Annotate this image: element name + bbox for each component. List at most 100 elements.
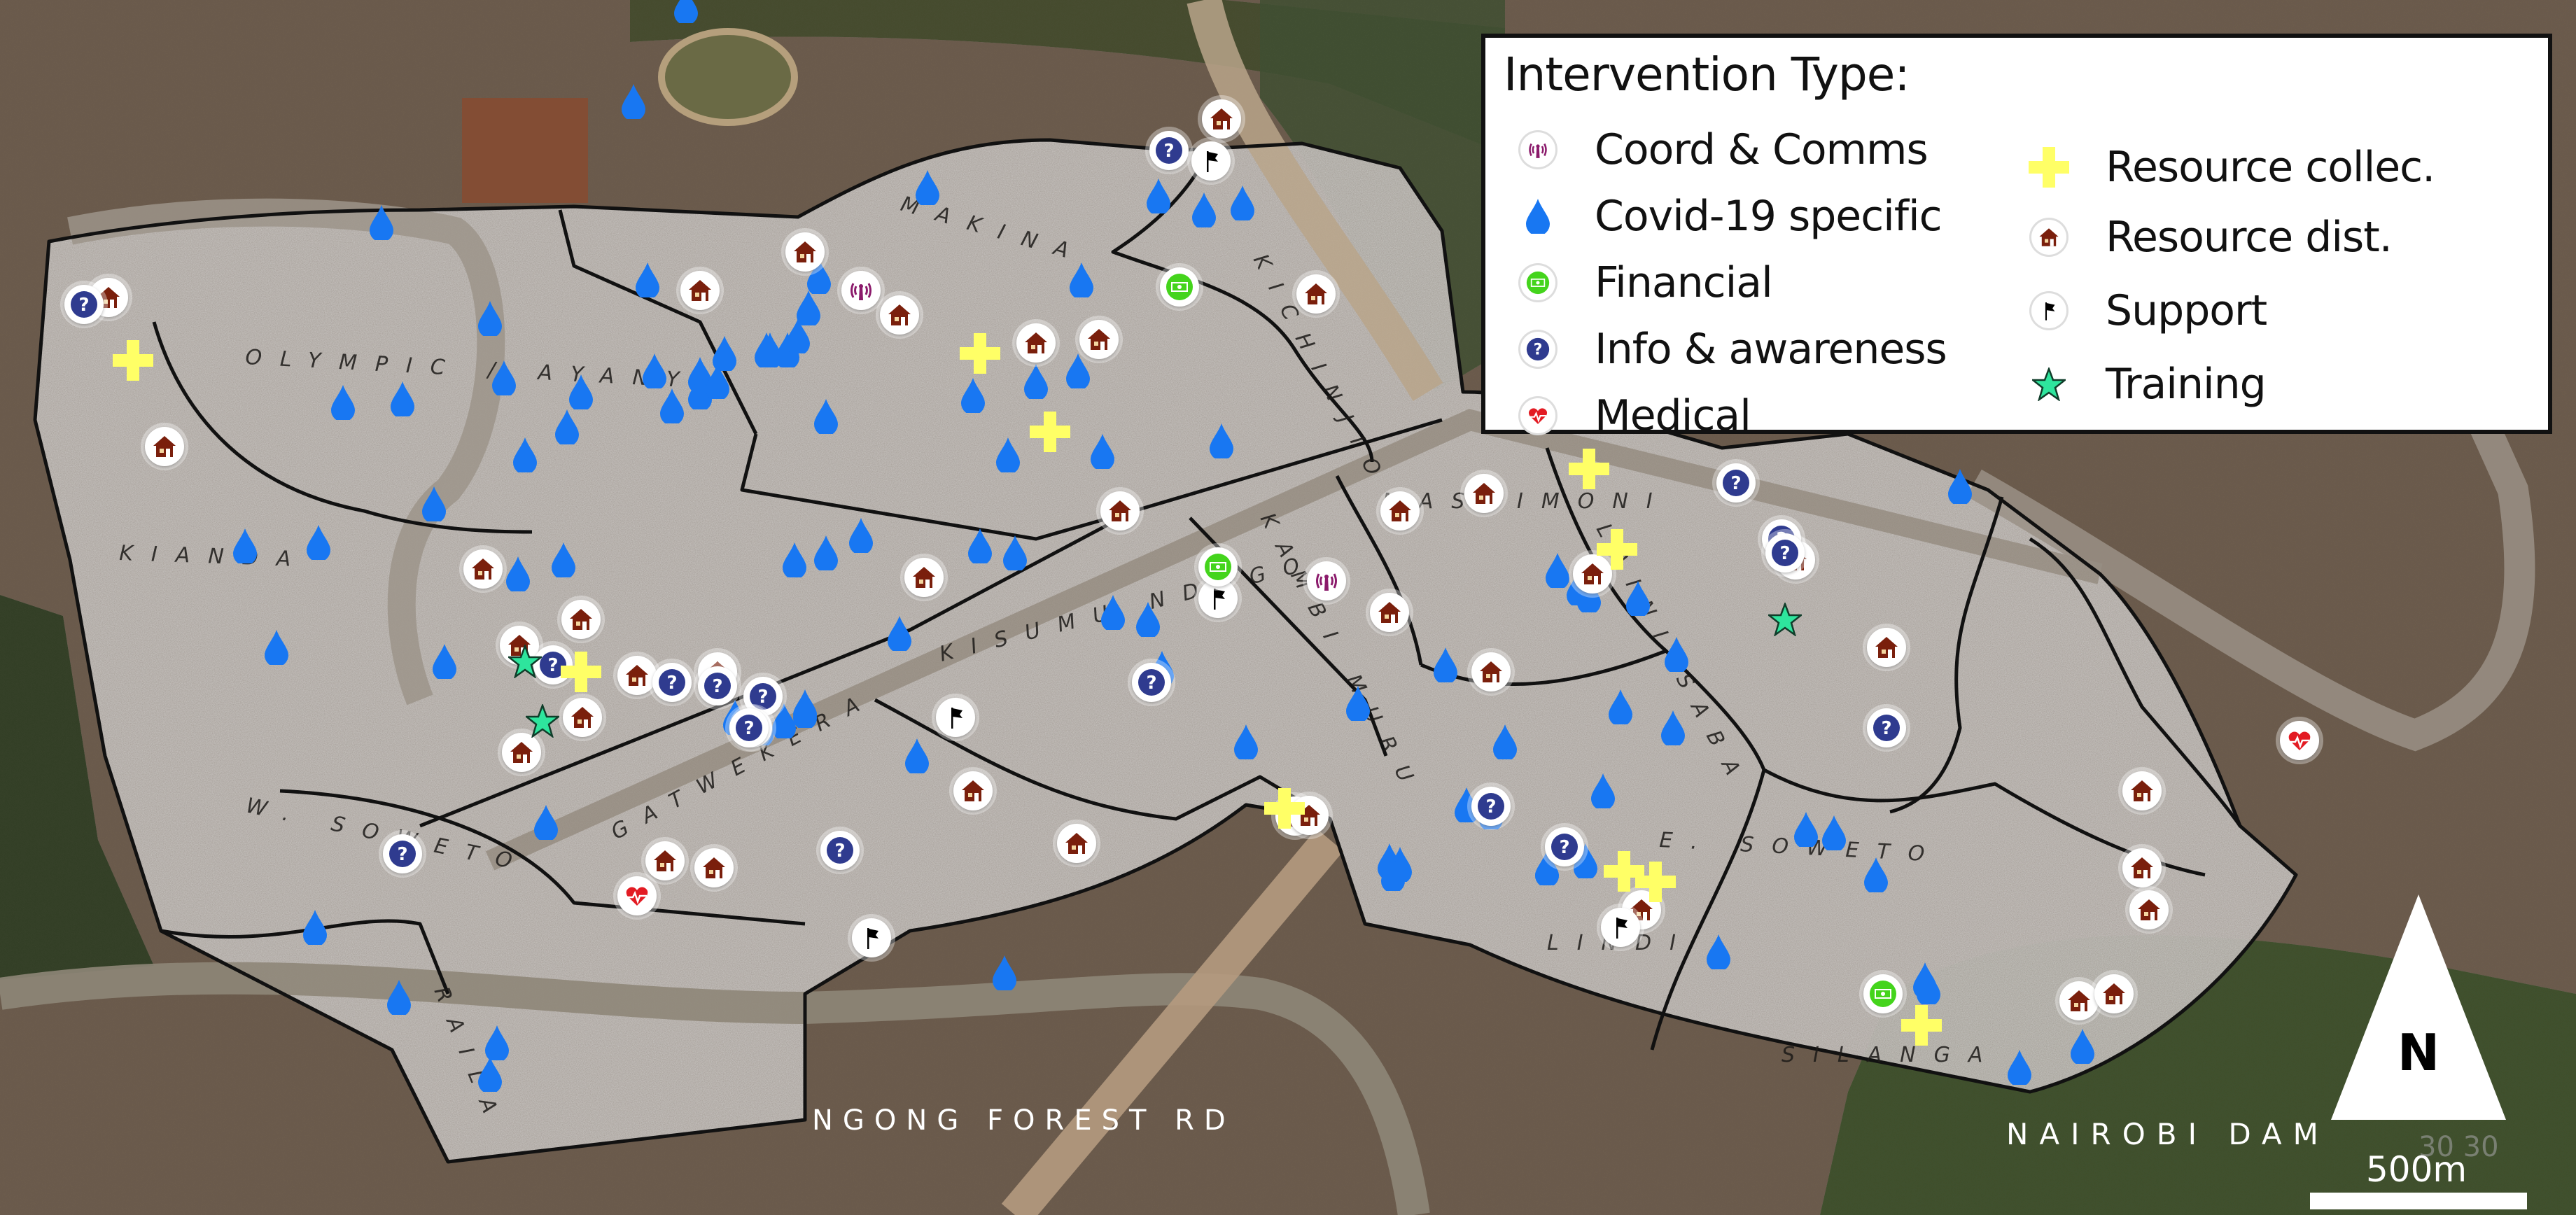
marker-covid[interactable] bbox=[1136, 602, 1160, 637]
marker-covid[interactable] bbox=[996, 437, 1020, 472]
marker-covid[interactable] bbox=[1003, 535, 1027, 570]
marker-coord[interactable] bbox=[1307, 561, 1346, 601]
marker-covid[interactable] bbox=[370, 205, 393, 240]
marker-covid[interactable] bbox=[1101, 595, 1125, 630]
marker-support[interactable] bbox=[1601, 908, 1640, 947]
marker-covid[interactable] bbox=[513, 437, 537, 472]
marker-rcollect[interactable] bbox=[1597, 529, 1637, 570]
marker-rcollect[interactable] bbox=[1635, 862, 1676, 902]
marker-training[interactable] bbox=[508, 645, 542, 678]
marker-info[interactable]: ? bbox=[64, 285, 104, 324]
marker-covid[interactable] bbox=[1864, 857, 1888, 892]
marker-rcollect[interactable] bbox=[960, 333, 1000, 374]
marker-covid[interactable] bbox=[1234, 724, 1258, 759]
marker-covid[interactable] bbox=[916, 170, 939, 205]
marker-covid[interactable] bbox=[433, 644, 456, 679]
marker-rdist[interactable] bbox=[1016, 323, 1056, 363]
marker-support[interactable] bbox=[852, 918, 891, 957]
marker-covid[interactable] bbox=[1493, 724, 1517, 759]
marker-info[interactable]: ? bbox=[820, 831, 860, 870]
marker-covid[interactable] bbox=[552, 542, 575, 577]
marker-covid[interactable] bbox=[793, 689, 817, 724]
marker-covid[interactable] bbox=[478, 1057, 502, 1092]
marker-covid[interactable] bbox=[814, 535, 838, 570]
marker-covid[interactable] bbox=[1913, 962, 1937, 997]
marker-covid[interactable] bbox=[636, 262, 659, 297]
marker-info[interactable]: ? bbox=[1471, 787, 1511, 826]
marker-covid[interactable] bbox=[783, 542, 806, 577]
marker-covid[interactable] bbox=[1609, 689, 1632, 724]
map-canvas[interactable]: OLYMPIC / AYANY KIANDA MAKINA KICHINJIO … bbox=[0, 0, 2576, 1215]
marker-covid[interactable] bbox=[303, 910, 327, 945]
marker-medical[interactable] bbox=[617, 876, 657, 915]
marker-rdist[interactable] bbox=[1057, 824, 1096, 863]
marker-covid[interactable] bbox=[1192, 192, 1216, 227]
marker-covid[interactable] bbox=[1066, 353, 1090, 388]
marker-covid[interactable] bbox=[555, 409, 579, 444]
marker-covid[interactable] bbox=[534, 805, 558, 840]
marker-covid[interactable] bbox=[1346, 686, 1370, 721]
marker-rdist[interactable] bbox=[880, 295, 919, 335]
marker-rdist[interactable] bbox=[561, 600, 601, 639]
marker-info[interactable]: ? bbox=[698, 666, 737, 705]
marker-info[interactable]: ? bbox=[729, 708, 769, 747]
marker-rdist[interactable] bbox=[563, 698, 602, 737]
marker-info[interactable]: ? bbox=[383, 834, 422, 873]
marker-rdist[interactable] bbox=[1471, 652, 1511, 691]
marker-rcollect[interactable] bbox=[1569, 449, 1609, 489]
marker-covid[interactable] bbox=[1794, 812, 1818, 847]
marker-rdist[interactable] bbox=[2059, 981, 2099, 1020]
marker-rdist[interactable] bbox=[617, 656, 657, 695]
marker-covid[interactable] bbox=[485, 1025, 509, 1060]
marker-covid[interactable] bbox=[968, 528, 992, 563]
marker-covid[interactable] bbox=[307, 525, 330, 560]
marker-rcollect[interactable] bbox=[1264, 788, 1305, 829]
marker-rdist[interactable] bbox=[1202, 99, 1241, 139]
marker-covid[interactable] bbox=[1707, 934, 1730, 969]
marker-covid[interactable] bbox=[849, 518, 873, 553]
marker-covid[interactable] bbox=[706, 364, 729, 399]
marker-covid[interactable] bbox=[1070, 262, 1093, 297]
marker-covid[interactable] bbox=[1948, 469, 1972, 504]
marker-covid[interactable] bbox=[1626, 581, 1650, 616]
marker-covid[interactable] bbox=[422, 486, 446, 521]
marker-rdist[interactable] bbox=[502, 733, 541, 772]
marker-rdist[interactable] bbox=[1100, 491, 1140, 531]
marker-rdist[interactable] bbox=[1464, 474, 1504, 513]
marker-rdist[interactable] bbox=[785, 232, 825, 272]
marker-covid[interactable] bbox=[569, 374, 593, 409]
marker-rdist[interactable] bbox=[1380, 491, 1420, 531]
marker-rdist[interactable] bbox=[645, 841, 685, 880]
marker-covid[interactable] bbox=[1381, 856, 1405, 891]
marker-covid[interactable] bbox=[1147, 178, 1170, 213]
marker-covid[interactable] bbox=[660, 388, 684, 423]
marker-rcollect[interactable] bbox=[561, 652, 601, 692]
marker-training[interactable] bbox=[526, 704, 559, 738]
marker-rdist[interactable] bbox=[1867, 628, 1906, 667]
marker-covid[interactable] bbox=[1665, 637, 1688, 672]
marker-covid[interactable] bbox=[506, 556, 530, 591]
marker-covid[interactable] bbox=[1210, 423, 1233, 458]
marker-rdist[interactable] bbox=[953, 771, 993, 810]
marker-covid[interactable] bbox=[755, 332, 778, 367]
marker-rdist[interactable] bbox=[1370, 593, 1409, 632]
marker-medical[interactable] bbox=[2280, 721, 2319, 760]
marker-rdist[interactable] bbox=[680, 271, 720, 310]
marker-covid[interactable] bbox=[1822, 815, 1846, 850]
marker-info[interactable]: ? bbox=[1132, 663, 1171, 702]
marker-covid[interactable] bbox=[1546, 553, 1569, 588]
marker-rdist[interactable] bbox=[2122, 771, 2162, 810]
marker-covid[interactable] bbox=[888, 616, 911, 651]
marker-info[interactable]: ? bbox=[652, 663, 692, 702]
marker-covid[interactable] bbox=[905, 738, 929, 773]
marker-covid[interactable] bbox=[391, 381, 414, 416]
marker-covid[interactable] bbox=[2071, 1029, 2094, 1064]
marker-rdist[interactable] bbox=[2129, 890, 2169, 929]
marker-support[interactable] bbox=[1191, 141, 1231, 181]
marker-info[interactable]: ? bbox=[1545, 827, 1584, 866]
marker-rdist[interactable] bbox=[463, 549, 503, 589]
marker-rcollect[interactable] bbox=[113, 340, 153, 381]
marker-rdist[interactable] bbox=[1079, 320, 1119, 359]
marker-rcollect[interactable] bbox=[1030, 412, 1070, 452]
marker-rdist[interactable] bbox=[1296, 274, 1336, 314]
